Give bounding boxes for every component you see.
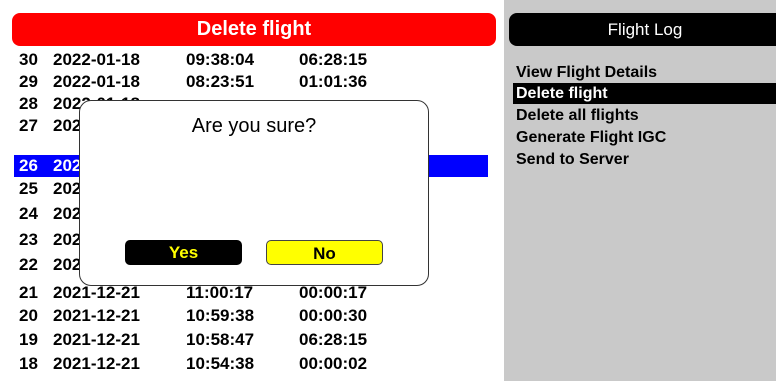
flight-date: 2021-12-21 (53, 306, 140, 325)
flight-duration: 01:01:36 (299, 72, 368, 91)
flight-log-header: Flight Log (509, 13, 776, 46)
flight-log-menu-panel: Flight Log View Flight Details Delete fl… (504, 0, 776, 381)
flight-number: 29 (19, 72, 38, 91)
flight-row[interactable]: 30 2022-01-18 09:38:04 06:28:15 (14, 49, 488, 71)
flight-time: 09:38:04 (186, 50, 255, 69)
confirm-dialog: Are you sure? Yes No (79, 100, 429, 286)
menu-item-generate-flight-igc[interactable]: Generate Flight IGC (513, 127, 776, 148)
flight-date: 2021-12-21 (53, 330, 140, 349)
menu-item-send-to-server[interactable]: Send to Server (513, 149, 776, 170)
flight-duration: 00:00:02 (299, 354, 368, 373)
no-button[interactable]: No (266, 240, 383, 265)
delete-flight-header: Delete flight (12, 13, 496, 46)
flight-row[interactable]: 19 2021-12-21 10:58:47 06:28:15 (14, 329, 488, 351)
flight-number: 19 (19, 330, 38, 349)
flight-row[interactable]: 29 2022-01-18 08:23:51 01:01:36 (14, 71, 488, 93)
flight-time: 08:23:51 (186, 72, 255, 91)
flight-number: 30 (19, 50, 38, 69)
flight-time: 10:54:38 (186, 354, 255, 373)
flight-duration: 06:28:15 (299, 330, 368, 349)
yes-button[interactable]: Yes (125, 240, 242, 265)
flight-row[interactable]: 20 2021-12-21 10:59:38 00:00:30 (14, 305, 488, 327)
menu-item-delete-all-flights[interactable]: Delete all flights (513, 105, 776, 126)
flight-number: 27 (19, 116, 38, 135)
flight-duration: 06:28:15 (299, 50, 368, 69)
flight-date: 2022-01-18 (53, 50, 140, 69)
flight-number: 26 (19, 156, 38, 175)
flight-number: 18 (19, 354, 38, 373)
menu-item-delete-flight[interactable]: Delete flight (513, 83, 776, 104)
flight-number: 28 (19, 94, 38, 113)
flight-number: 24 (19, 204, 38, 223)
flight-number: 22 (19, 255, 38, 274)
flight-duration: 00:00:30 (299, 306, 368, 325)
flight-number: 25 (19, 179, 38, 198)
flight-number: 20 (19, 306, 38, 325)
menu-item-view-flight-details[interactable]: View Flight Details (513, 62, 776, 83)
flight-number: 21 (19, 283, 38, 302)
flight-date: 2021-12-21 (53, 354, 140, 373)
flight-time: 10:59:38 (186, 306, 255, 325)
flight-log-screen: Delete flight 30 2022-01-18 09:38:04 06:… (0, 0, 776, 381)
flight-time: 10:58:47 (186, 330, 255, 349)
dialog-title: Are you sure? (191, 115, 317, 137)
flight-row[interactable]: 18 2021-12-21 10:54:38 00:00:02 (14, 353, 488, 375)
flight-number: 23 (19, 230, 38, 249)
flight-date: 2022-01-18 (53, 72, 140, 91)
